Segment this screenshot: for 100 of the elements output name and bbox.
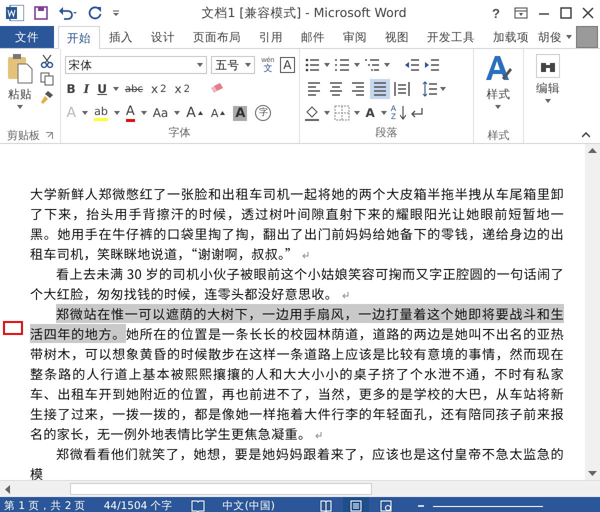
page-count[interactable]: 第 1 页，共 2 页 [4, 499, 86, 512]
binoculars-icon [536, 54, 560, 78]
font-style-button[interactable]: A [231, 103, 250, 123]
document-paragraph: 郑微站在惟一可以遮荫的大树下，一边用手扇风，一边打量着这个她即将要战斗和生活四年的地方。她所在的位置是一条长长的校园林荫道，道路的两边是她叫不出名的亚热带树木，可以想象黄昏的时候散步在这样一条道路上应该是比较有意境的事情，然而现在整条路的人行道上基本被熙熙攘攘的人和大大小小的桌子挤了个水泄不通，不时有私家车、出租车开到她附近的位置，再也前进不了，当然，更多的是学校的大巴，从车站将新生接了过来，一拨一拨的，都是像她一样拖着大件行李的年轻面孔，还有陪同孩子前来报名的家长，无一例外地表情比学生更焦急凝重。 [30, 304, 564, 444]
dropdown-arrow-icon[interactable] [380, 111, 387, 115]
ribbon-tab[interactable]: 开发工具 [418, 26, 484, 48]
word-logo-icon [6, 5, 24, 21]
dropdown-arrow-icon[interactable] [17, 105, 23, 109]
paintbrush-icon[interactable] [40, 90, 54, 104]
dropdown-arrow-icon[interactable] [566, 35, 572, 39]
ribbon-tab[interactable]: 设计 [142, 26, 184, 48]
decrease-indent-icon[interactable] [404, 58, 420, 72]
ribbon-tab[interactable]: 邮件 [292, 26, 334, 48]
caret-icon [198, 111, 203, 115]
customize-arrow-icon[interactable] [112, 9, 120, 17]
sort-arrow-icon[interactable] [400, 106, 406, 120]
paragraph-mark-icon[interactable] [410, 106, 424, 120]
paste-button[interactable]: 粘贴 [4, 52, 36, 127]
bullet-list-icon[interactable] [304, 57, 320, 73]
dialog-launcher-icon[interactable] [46, 132, 53, 138]
redo-icon[interactable] [88, 6, 102, 20]
dropdown-arrow-icon[interactable] [245, 63, 252, 67]
numbered-list-icon[interactable] [334, 57, 350, 73]
ribbon-tab[interactable]: 视图 [376, 26, 418, 48]
dropdown-arrow-icon[interactable] [495, 105, 502, 109]
ribbon-tab[interactable]: 加载项 [484, 26, 538, 48]
ribbon-tab[interactable]: 引用 [250, 26, 292, 48]
format-button[interactable]: I [82, 79, 92, 99]
ribbon-tab[interactable]: 审阅 [334, 26, 376, 48]
ribbon-display-options-icon[interactable] [514, 7, 528, 19]
format-button[interactable]: B [64, 79, 78, 99]
sort-button[interactable]: A Z [390, 105, 396, 121]
font-style-button[interactable]: Aa [150, 103, 170, 123]
proofing-book-icon[interactable] [190, 500, 205, 512]
align-button[interactable] [370, 79, 390, 99]
dropdown-arrow-icon[interactable] [354, 63, 360, 67]
group-label: 段落 [375, 124, 398, 140]
language-indicator[interactable]: 中文(中国) [222, 499, 275, 512]
font-style-button[interactable]: A [184, 103, 205, 123]
user-name[interactable]: 胡俊 [538, 30, 562, 44]
ribbon-tab[interactable]: 开始 [58, 26, 100, 49]
collapse-ribbon-icon[interactable] [582, 132, 590, 138]
line-spacing-icon[interactable] [422, 81, 438, 97]
dropdown-arrow-icon[interactable] [354, 111, 360, 115]
dropdown-arrow-icon[interactable] [384, 63, 390, 67]
character-border-button[interactable]: A [280, 57, 294, 73]
dropdown-arrow-icon[interactable] [324, 111, 330, 115]
align-button[interactable] [392, 79, 412, 99]
asian-layout-button[interactable]: A [364, 103, 377, 123]
close-icon[interactable] [582, 7, 594, 19]
shading-bucket-icon[interactable] [304, 105, 320, 121]
font-size-field[interactable]: 五号 [211, 56, 256, 74]
dropdown-arrow-icon[interactable] [114, 111, 120, 115]
font-style-button[interactable]: 字 [253, 103, 274, 123]
dropdown-arrow-icon[interactable] [197, 63, 204, 67]
save-icon[interactable] [34, 6, 48, 20]
dropdown-arrow-icon[interactable] [440, 87, 446, 91]
view-icon [320, 500, 332, 512]
view-mode-button[interactable] [342, 497, 369, 512]
paragraph-mark-icon [315, 432, 322, 439]
annotation-box [3, 321, 23, 335]
font-style-button[interactable]: A [208, 103, 228, 123]
word-count[interactable]: 44/1504 个字 [104, 499, 173, 512]
dropdown-arrow-icon[interactable] [140, 111, 147, 115]
document-paragraph: 看上去未满 30 岁的司机小伙子被眼前这个小姑娘笑容可掬而又字正腔圆的一句话闹了个大红脸，匆匆找钱的时候，连零头都没好意思收。 [30, 264, 564, 304]
scissors-icon[interactable] [40, 54, 54, 68]
document-paragraph: 郑微看看他们就笑了，她想，要是她妈妈跟着来了，应该也是这付皇帝不急太监急的模 [30, 444, 564, 480]
caret-icon [220, 111, 226, 115]
increase-indent-icon[interactable] [424, 58, 440, 72]
format-button[interactable]: abc [123, 79, 146, 99]
scroll-left-icon[interactable] [4, 484, 10, 494]
styles-button[interactable]: 样式 [481, 52, 516, 127]
font-style-button[interactable]: A [124, 103, 137, 123]
multilevel-list-icon[interactable] [364, 57, 380, 73]
undo-icon[interactable] [58, 6, 78, 20]
scroll-down-icon[interactable] [588, 471, 597, 477]
dropdown-arrow-icon[interactable] [113, 87, 120, 91]
font-style-button[interactable]: ab [92, 103, 110, 123]
format-button[interactable]: U [95, 79, 110, 99]
editing-button[interactable]: 编辑 [532, 52, 563, 143]
dropdown-arrow-icon[interactable] [174, 111, 180, 115]
document-paragraph: 大学新鲜人郑微憋红了一张脸和出租车司机一起将她的两个大皮箱半拖半拽从车尾箱里卸了下来，抬头用手背擦汗的时候，透过树叶间隙直射下来的耀眼阳光让她眼前短暂地一黑。她用手在牛仔裤的口袋里掏了掏，翻出了出门前妈妈给她备下的零钱，递给身边的出租车司机，笑眯眯地说道，“谢谢啊，叔叔。” [30, 184, 564, 264]
ribbon-tab[interactable]: 文件 [0, 26, 54, 48]
horizontal-scrollbar[interactable] [0, 480, 600, 497]
paragraph-mark-icon [302, 252, 310, 259]
dropdown-arrow-icon[interactable] [544, 99, 551, 103]
font-name-field[interactable]: 宋体 [64, 56, 208, 74]
ribbon-tab[interactable]: 插入 [100, 26, 142, 48]
borders-icon[interactable] [334, 105, 350, 121]
ribbon-tab[interactable]: 页面布局 [184, 26, 250, 48]
copy-icon[interactable] [40, 72, 54, 86]
dropdown-arrow-icon[interactable] [324, 63, 330, 67]
maximize-icon[interactable] [560, 7, 572, 19]
view-icon [350, 500, 362, 512]
help-button[interactable]: ? [488, 6, 504, 20]
group-label: 样式 [487, 128, 510, 142]
dropdown-arrow-icon[interactable] [82, 111, 88, 115]
scroll-up-icon[interactable] [588, 147, 597, 153]
vertical-scrollbar[interactable] [585, 144, 600, 480]
window-title: 文档1 [兼容模式] - Microsoft Word [200, 4, 408, 22]
